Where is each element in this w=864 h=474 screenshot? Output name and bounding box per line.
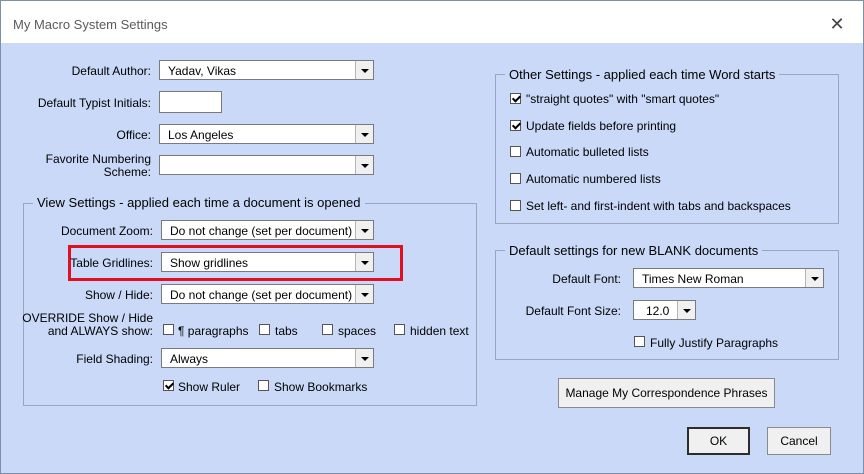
blank-defaults-title: Default settings for new BLANK documents: [505, 243, 763, 258]
chevron-down-icon[interactable]: [677, 301, 695, 319]
window-title: My Macro System Settings: [13, 17, 168, 32]
smart-quotes-label: "straight quotes" with "smart quotes": [526, 92, 720, 106]
chevron-down-icon[interactable]: [355, 61, 373, 79]
chevron-down-icon[interactable]: [355, 285, 373, 303]
view-settings-title: View Settings - applied each time a docu…: [33, 195, 365, 210]
fully-justify-checkbox[interactable]: [634, 336, 645, 347]
show-hide-value: Do not change (set per document): [170, 288, 353, 302]
document-zoom-label: Document Zoom:: [60, 224, 153, 238]
ok-button[interactable]: OK: [687, 427, 750, 455]
chevron-down-icon[interactable]: [355, 349, 373, 367]
office-combo[interactable]: Los Angeles: [159, 124, 374, 144]
show-hide-combo[interactable]: Do not change (set per document): [161, 284, 374, 304]
default-font-value: Times New Roman: [642, 272, 744, 286]
title-bar: My Macro System Settings ✕: [1, 1, 863, 43]
settings-dialog: My Macro System Settings ✕ Default Autho…: [0, 0, 864, 474]
indent-tabs-label: Set left- and first-indent with tabs and…: [526, 199, 791, 213]
font-size-label: Default Font Size:: [525, 304, 621, 318]
numbering-scheme-label-line2: Scheme:: [103, 165, 151, 179]
fully-justify-label: Fully Justify Paragraphs: [650, 336, 779, 350]
office-label: Office:: [116, 128, 151, 142]
spaces-checkbox-label: spaces: [338, 324, 377, 338]
default-author-label: Default Author:: [71, 64, 151, 78]
manage-phrases-button[interactable]: Manage My Correspondence Phrases: [558, 378, 775, 408]
hidden-text-checkbox-label: hidden text: [410, 324, 469, 338]
typist-initials-input[interactable]: [159, 91, 222, 113]
chevron-down-icon[interactable]: [355, 156, 373, 174]
show-ruler-checkbox[interactable]: [163, 380, 174, 391]
paragraphs-checkbox-label: ¶ paragraphs: [178, 324, 249, 338]
chevron-down-icon[interactable]: [355, 221, 373, 239]
spaces-checkbox[interactable]: [322, 324, 333, 335]
table-gridlines-value: Show gridlines: [170, 256, 249, 270]
indent-tabs-checkbox[interactable]: [510, 200, 521, 211]
numbering-scheme-combo[interactable]: [159, 155, 374, 175]
document-zoom-value: Do not change (set per document): [170, 224, 353, 238]
override-label-line2: and ALWAYS show:: [47, 324, 153, 338]
auto-numbered-checkbox[interactable]: [510, 173, 521, 184]
hidden-text-checkbox[interactable]: [394, 324, 405, 335]
table-gridlines-combo[interactable]: Show gridlines: [161, 252, 374, 272]
office-value: Los Angeles: [168, 128, 234, 142]
smart-quotes-checkbox[interactable]: [510, 93, 521, 104]
other-settings-title: Other Settings - applied each time Word …: [505, 67, 780, 82]
field-shading-combo[interactable]: Always: [161, 348, 374, 368]
tabs-checkbox[interactable]: [259, 324, 270, 335]
paragraphs-checkbox[interactable]: [163, 324, 174, 335]
update-fields-checkbox[interactable]: [510, 120, 521, 131]
field-shading-value: Always: [170, 352, 209, 366]
chevron-down-icon[interactable]: [355, 125, 373, 143]
document-zoom-combo[interactable]: Do not change (set per document): [161, 220, 374, 240]
default-font-label: Default Font:: [552, 272, 621, 286]
font-size-value: 12.0: [646, 304, 670, 318]
chevron-down-icon[interactable]: [355, 253, 373, 271]
show-hide-label: Show / Hide:: [84, 288, 153, 302]
cancel-button[interactable]: Cancel: [767, 427, 831, 455]
show-ruler-label: Show Ruler: [178, 380, 241, 394]
show-bookmarks-label: Show Bookmarks: [274, 380, 368, 394]
show-bookmarks-checkbox[interactable]: [258, 380, 269, 391]
font-size-combo[interactable]: 12.0: [633, 300, 696, 320]
chevron-down-icon[interactable]: [805, 269, 823, 287]
typist-initials-label: Default Typist Initials:: [37, 96, 151, 110]
default-author-combo[interactable]: Yadav, Vikas: [159, 60, 374, 80]
default-font-combo[interactable]: Times New Roman: [633, 268, 824, 288]
auto-bulleted-checkbox[interactable]: [510, 146, 521, 157]
tabs-checkbox-label: tabs: [275, 324, 298, 338]
update-fields-label: Update fields before printing: [526, 119, 677, 133]
auto-numbered-label: Automatic numbered lists: [526, 172, 661, 186]
auto-bulleted-label: Automatic bulleted lists: [526, 145, 649, 159]
field-shading-label: Field Shading:: [76, 352, 153, 366]
default-author-value: Yadav, Vikas: [168, 64, 237, 78]
close-icon[interactable]: ✕: [823, 11, 851, 37]
table-gridlines-label: Table Gridlines:: [70, 256, 153, 270]
